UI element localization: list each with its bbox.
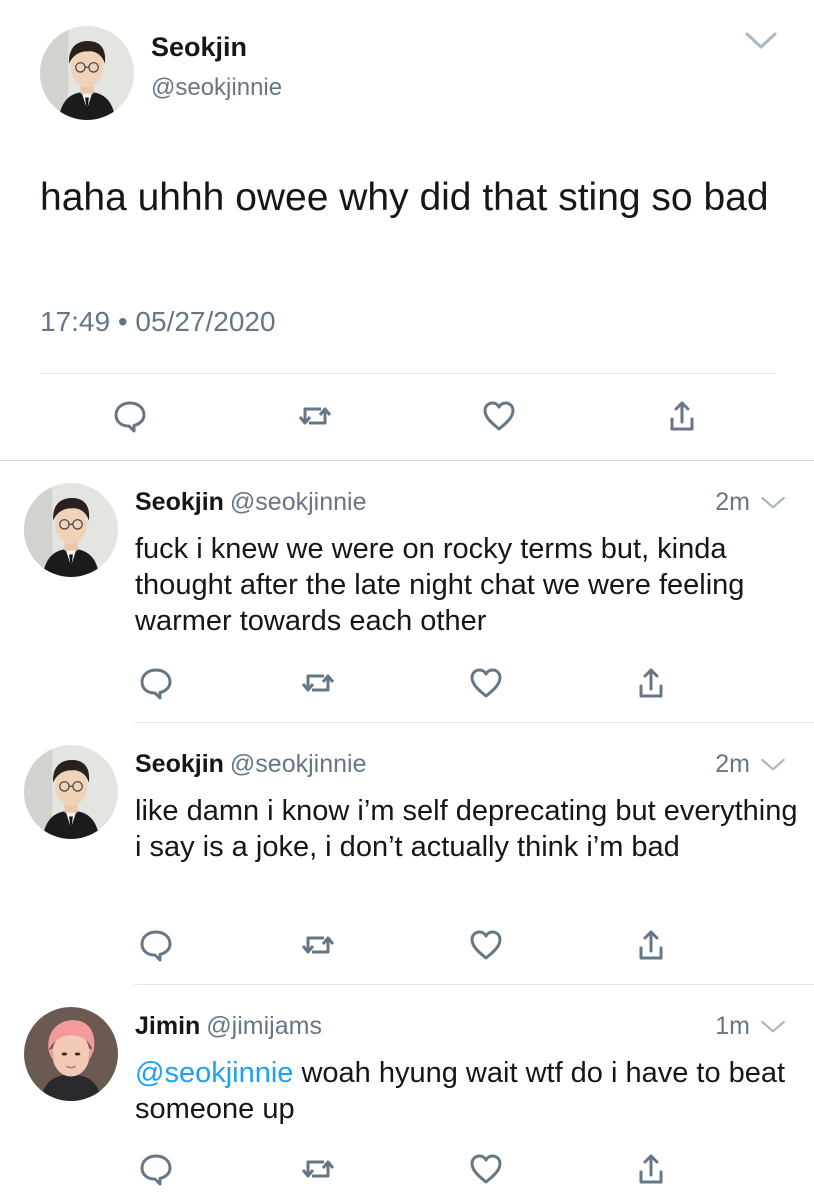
avatar[interactable] [24, 1007, 118, 1101]
avatar[interactable] [24, 745, 118, 839]
retweet-icon[interactable] [297, 398, 333, 434]
share-icon[interactable] [664, 398, 700, 434]
author-handle[interactable]: @seokjinnie [151, 74, 282, 102]
profile-photo-icon [40, 26, 134, 120]
reply-time: 1m [715, 1012, 750, 1040]
author-line[interactable]: Seokjin @seokjinnie [135, 750, 366, 779]
author-name[interactable]: Seokjin [151, 32, 247, 63]
profile-photo-icon [24, 745, 118, 839]
chevron-down-icon[interactable] [760, 495, 786, 511]
tweet-text: haha uhhh owee why did that sting so bad [40, 176, 769, 219]
heart-icon[interactable] [481, 398, 517, 434]
avatar[interactable] [40, 26, 134, 120]
retweet-icon[interactable] [300, 665, 336, 701]
action-bar [0, 396, 814, 440]
heart-icon[interactable] [468, 927, 504, 963]
reply-time: 2m [715, 750, 750, 778]
chevron-down-icon[interactable] [744, 30, 778, 52]
share-icon[interactable] [633, 665, 669, 701]
reply-tweet[interactable]: Seokjin @seokjinnie 2m fuck i knew we wer… [0, 461, 814, 723]
reply-text: @seokjinnie woah hyung wait wtf do i hav… [135, 1055, 800, 1127]
reply-time: 2m [715, 488, 750, 516]
author-handle[interactable]: @jimijams [206, 1012, 322, 1040]
chevron-down-icon[interactable] [760, 757, 786, 773]
author-handle[interactable]: @seokjinnie [230, 488, 367, 516]
author-name[interactable]: Seokjin [135, 488, 224, 516]
reply-tweet[interactable]: Seokjin @seokjinnie 2m like damn i know i… [0, 723, 814, 985]
retweet-icon[interactable] [300, 927, 336, 963]
author-line[interactable]: Jimin @jimijams [135, 1012, 322, 1041]
author-line[interactable]: Seokjin @seokjinnie [135, 488, 366, 517]
tweet-timestamp: 17:49 • 05/27/2020 [40, 306, 276, 337]
share-icon[interactable] [633, 1151, 669, 1187]
reply-icon[interactable] [138, 927, 174, 963]
author-name[interactable]: Seokjin [135, 750, 224, 778]
mention-link[interactable]: @seokjinnie [135, 1057, 293, 1089]
profile-photo-icon [24, 483, 118, 577]
divider [40, 373, 776, 374]
retweet-icon[interactable] [300, 1151, 336, 1187]
author-name[interactable]: Jimin [135, 1012, 200, 1040]
heart-icon[interactable] [468, 1151, 504, 1187]
reply-text: fuck i knew we were on rocky terms but, … [135, 533, 745, 637]
profile-photo-icon [24, 1007, 118, 1101]
author-handle[interactable]: @seokjinnie [230, 750, 367, 778]
heart-icon[interactable] [468, 665, 504, 701]
reply-icon[interactable] [112, 398, 148, 434]
reply-tweet[interactable]: Jimin @jimijams 1m @seokjinnie woah hyung… [0, 985, 814, 1200]
reply-icon[interactable] [138, 1151, 174, 1187]
share-icon[interactable] [633, 927, 669, 963]
avatar[interactable] [24, 483, 118, 577]
chevron-down-icon[interactable] [760, 1019, 786, 1035]
main-tweet: Seokjin @seokjinnie haha uhhh owee why d… [0, 0, 814, 460]
reply-icon[interactable] [138, 665, 174, 701]
reply-text: like damn i know i’m self deprecating bu… [135, 795, 798, 863]
